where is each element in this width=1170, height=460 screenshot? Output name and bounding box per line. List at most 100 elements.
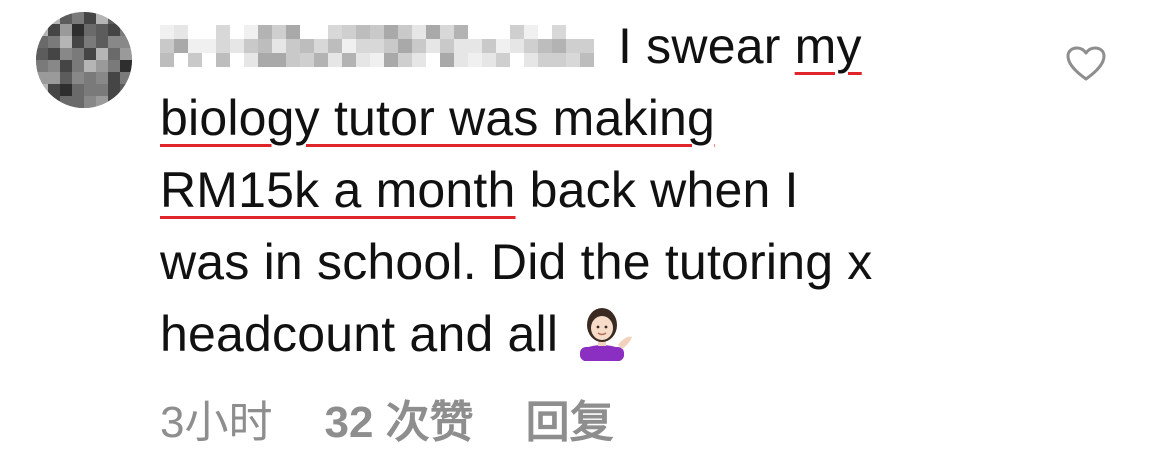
avatar-mosaic-tile: [120, 24, 132, 36]
avatar-mosaic-tile: [108, 24, 120, 36]
avatar-mosaic-tile: [84, 84, 96, 96]
avatar-mosaic-tile: [96, 24, 108, 36]
avatar-mosaic-tile: [60, 96, 72, 108]
avatar-mosaic-tile: [36, 60, 48, 72]
avatar-mosaic-tile: [36, 36, 48, 48]
name-mosaic-tile: [370, 25, 384, 39]
name-mosaic-tile: [538, 53, 552, 67]
name-mosaic-tile: [300, 53, 314, 67]
name-mosaic-tile: [216, 25, 230, 39]
name-mosaic-tile: [440, 39, 454, 53]
avatar-mosaic-tile: [120, 48, 132, 60]
comment-body: I swear my biology tutor was making RM15…: [160, 10, 1060, 370]
avatar-mosaic-tile: [72, 36, 84, 48]
avatar-mosaic-tile: [48, 36, 60, 48]
name-mosaic-tile: [314, 53, 328, 67]
name-mosaic-tile: [468, 39, 482, 53]
name-mosaic-tile: [440, 25, 454, 39]
name-mosaic-tile: [216, 39, 230, 53]
avatar-mosaic-tile: [84, 48, 96, 60]
name-mosaic-tile: [566, 53, 580, 67]
avatar-mosaic-tile: [60, 48, 72, 60]
avatar-mosaic-tile: [120, 36, 132, 48]
avatar-mosaic-tile: [72, 60, 84, 72]
name-mosaic-tile: [552, 39, 566, 53]
name-mosaic-tile: [356, 53, 370, 67]
name-mosaic-tile: [412, 39, 426, 53]
name-mosaic-tile: [524, 39, 538, 53]
avatar-mosaic-tile: [108, 36, 120, 48]
name-mosaic-tile: [244, 39, 258, 53]
avatar-mosaic-tile: [48, 72, 60, 84]
avatar-mosaic-tile: [36, 72, 48, 84]
name-mosaic-tile: [244, 25, 258, 39]
name-mosaic-tile: [510, 39, 524, 53]
comment-text-underlined: biology tutor was making: [160, 90, 716, 146]
author-name-blurred[interactable]: [160, 23, 604, 67]
avatar-mosaic-tile: [36, 48, 48, 60]
name-mosaic-tile: [398, 39, 412, 53]
avatar-mosaic-tile: [84, 60, 96, 72]
avatar-mosaic-tile: [96, 72, 108, 84]
name-mosaic-tile: [356, 25, 370, 39]
avatar-mosaic-tile: [72, 84, 84, 96]
name-mosaic-tile: [552, 53, 566, 67]
comment-line: RM15k a month back when I: [160, 154, 1060, 226]
name-mosaic-tile: [398, 25, 412, 39]
name-mosaic-tile: [482, 53, 496, 67]
avatar-mosaic-tile: [72, 12, 84, 24]
name-mosaic-tile: [426, 25, 440, 39]
avatar[interactable]: [36, 12, 132, 108]
avatar-mosaic-tile: [96, 96, 108, 108]
avatar-mosaic-tile: [84, 12, 96, 24]
avatar-mosaic-tile: [72, 72, 84, 84]
name-mosaic-tile: [272, 53, 286, 67]
comment-text: headcount and all: [160, 306, 559, 362]
name-mosaic-tile: [230, 39, 244, 53]
name-mosaic-tile: [384, 53, 398, 67]
name-mosaic-tile: [580, 53, 594, 67]
avatar-mosaic-tile: [108, 60, 120, 72]
name-mosaic-tile: [188, 53, 202, 67]
name-mosaic-tile: [454, 53, 468, 67]
name-mosaic-tile: [272, 39, 286, 53]
avatar-mosaic-tile: [72, 48, 84, 60]
comment-text-underlined: RM15k a month: [160, 162, 516, 218]
name-mosaic-tile: [412, 25, 426, 39]
name-mosaic-tile: [356, 39, 370, 53]
name-mosaic-tile: [300, 39, 314, 53]
name-mosaic-tile: [342, 53, 356, 67]
avatar-mosaic-tile: [108, 96, 120, 108]
avatar-mosaic-tile: [84, 36, 96, 48]
heart-outline-icon[interactable]: [1066, 46, 1106, 82]
name-mosaic-tile: [482, 39, 496, 53]
name-mosaic-tile: [552, 25, 566, 39]
comment-text: back when I: [515, 162, 799, 218]
name-mosaic-tile: [384, 25, 398, 39]
name-mosaic-tile: [258, 39, 272, 53]
avatar-mosaic-tile: [36, 96, 48, 108]
like-count[interactable]: 32 次赞: [324, 398, 473, 447]
name-mosaic-tile: [188, 39, 202, 53]
avatar-mosaic-tile: [48, 48, 60, 60]
reply-button[interactable]: 回复: [526, 398, 614, 447]
name-mosaic-tile: [258, 53, 272, 67]
avatar-mosaic-tile: [108, 72, 120, 84]
name-mosaic-tile: [286, 53, 300, 67]
name-mosaic-tile: [258, 25, 272, 39]
avatar-mosaic-tile: [84, 96, 96, 108]
comment-text-underlined: my: [794, 18, 862, 74]
avatar-mosaic-tile: [108, 84, 120, 96]
comment-text: was in school. Did the tutoring x: [160, 234, 873, 290]
name-mosaic-tile: [328, 25, 342, 39]
avatar-mosaic-tile: [60, 12, 72, 24]
name-mosaic-tile: [468, 53, 482, 67]
avatar-mosaic-tile: [60, 84, 72, 96]
avatar-mosaic-tile: [96, 12, 108, 24]
name-mosaic-tile: [412, 53, 426, 67]
avatar-mosaic-tile: [72, 24, 84, 36]
name-mosaic-tile: [272, 25, 286, 39]
name-mosaic-tile: [160, 39, 174, 53]
name-mosaic-tile: [328, 53, 342, 67]
avatar-mosaic-tile: [84, 24, 96, 36]
